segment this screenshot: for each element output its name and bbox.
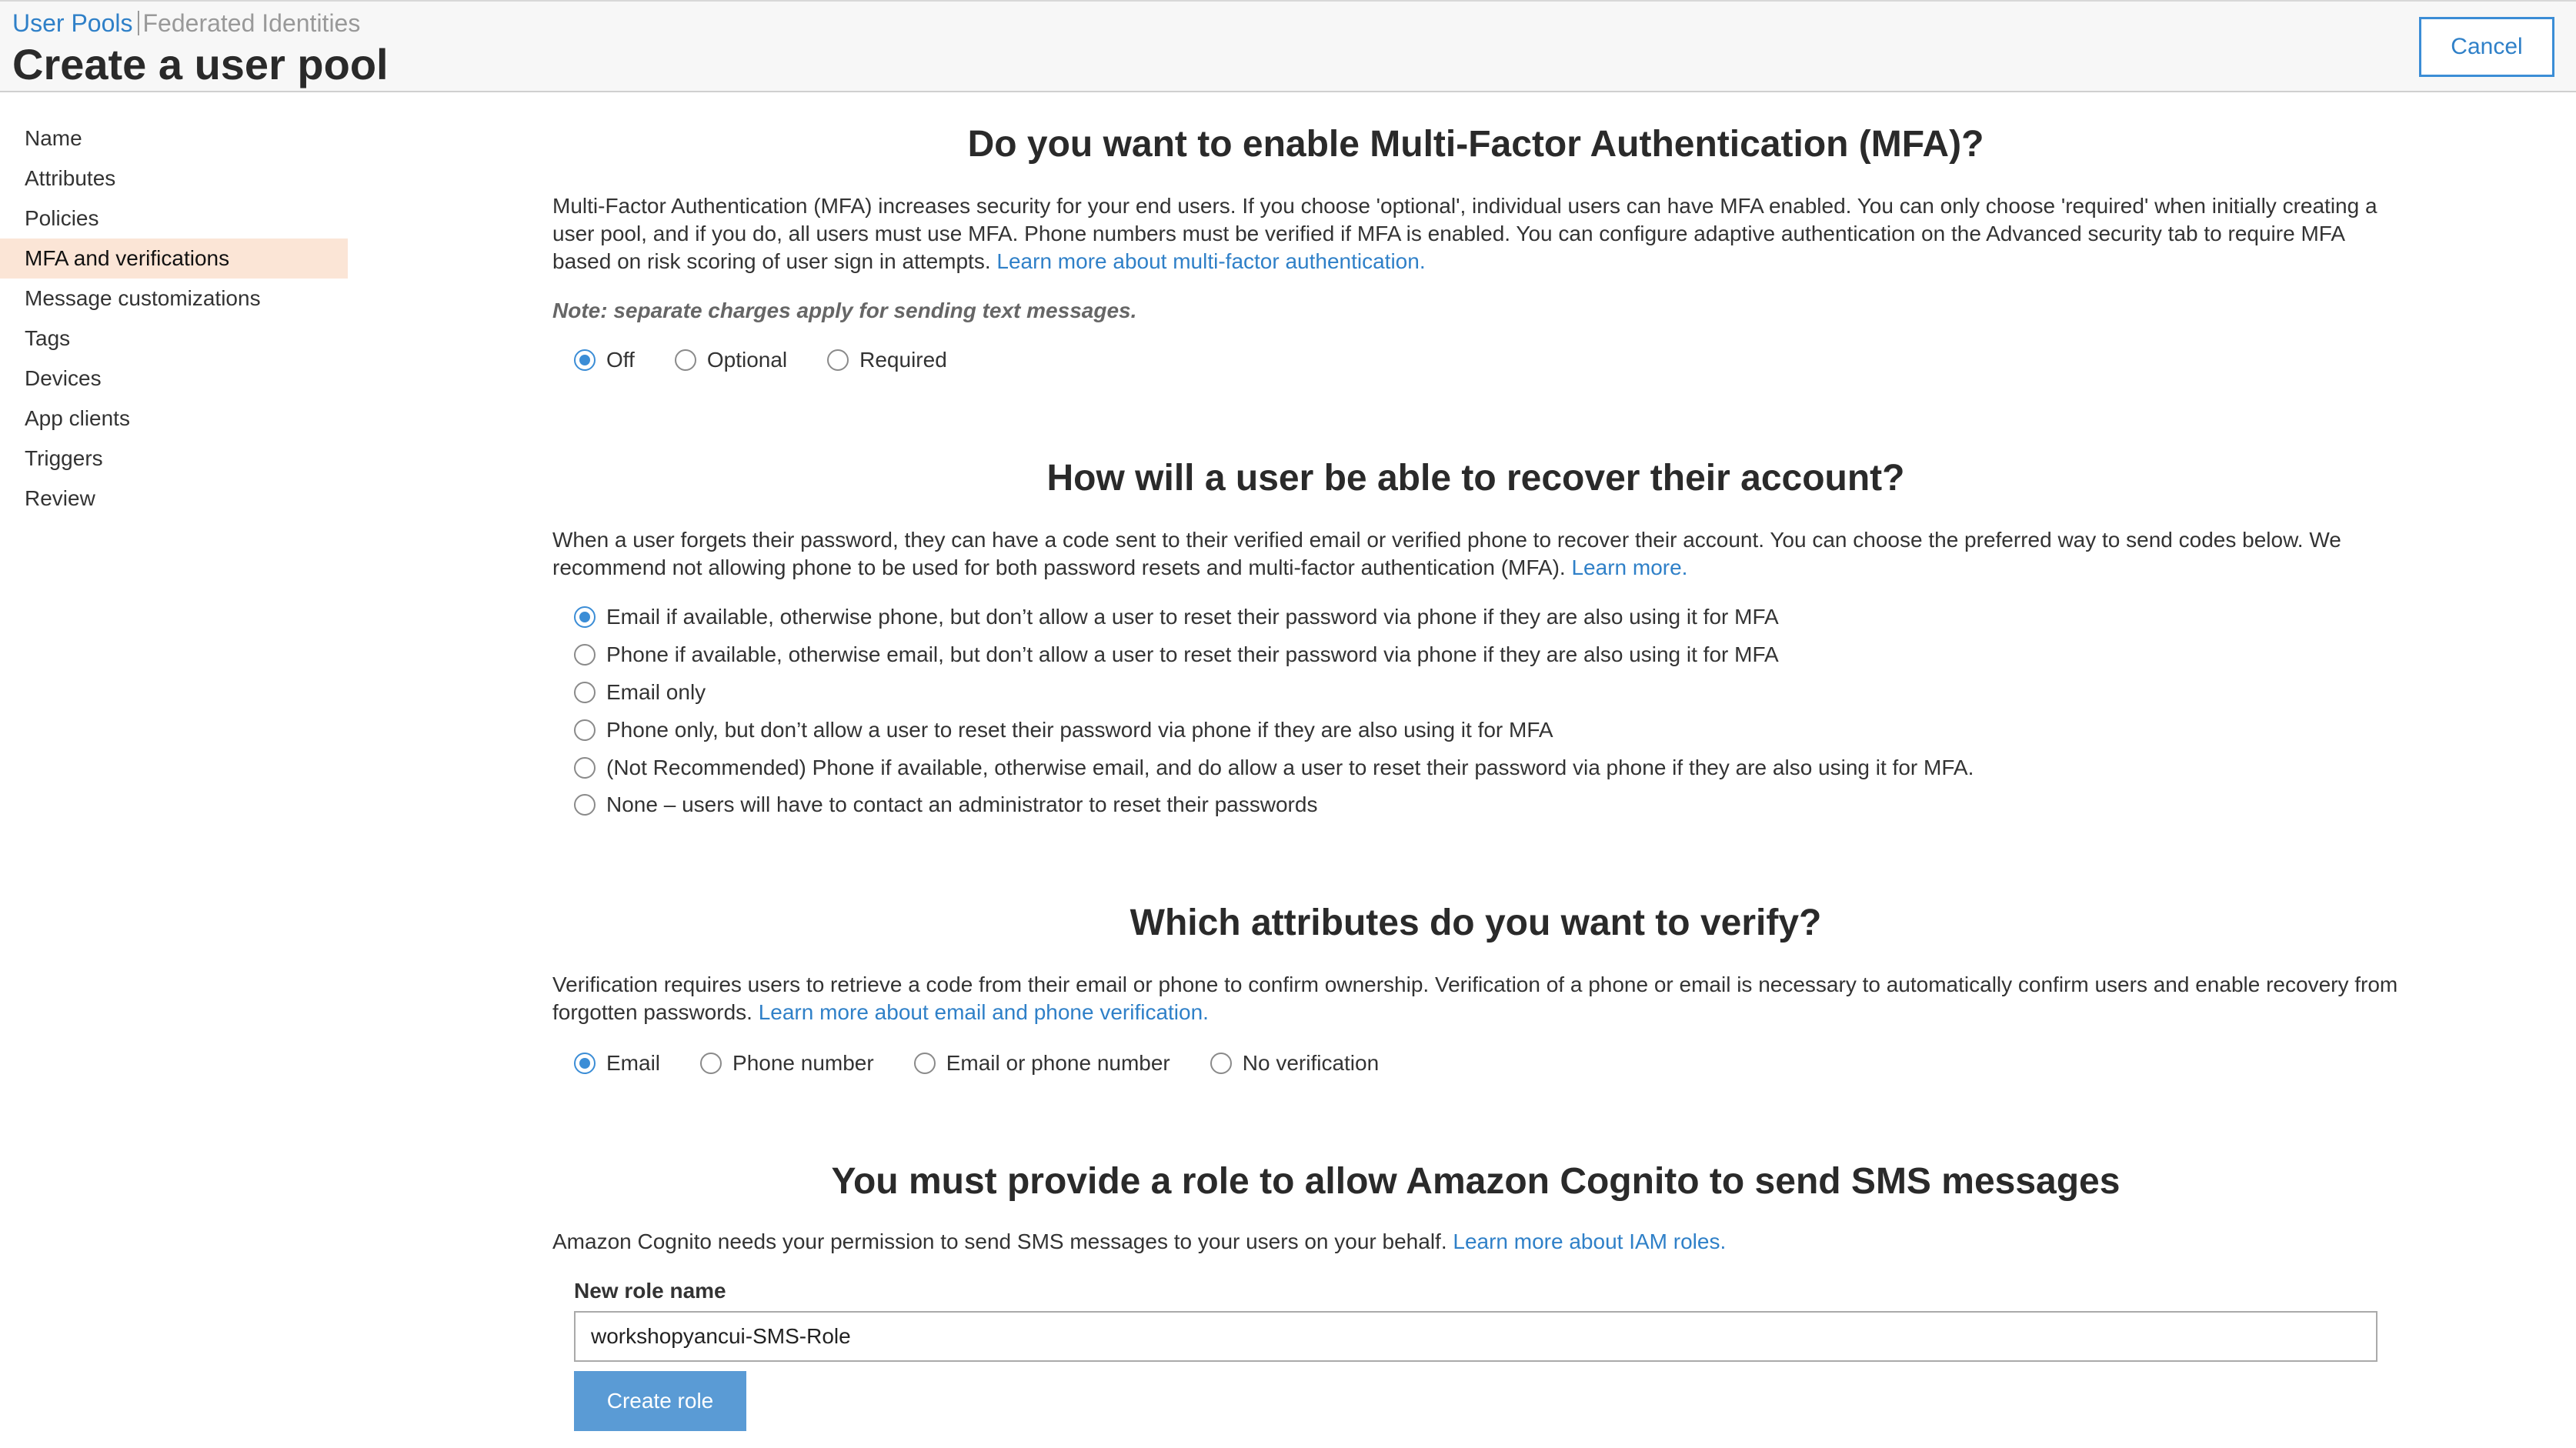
recovery-option-email-only[interactable]: Email only [574, 674, 1974, 712]
radio-icon[interactable] [700, 1053, 722, 1074]
sidebar-item-attributes[interactable]: Attributes [0, 158, 348, 199]
recovery-option-label: None – users will have to contact an adm… [606, 792, 1318, 817]
recovery-section-title: How will a user be able to recover their… [1046, 458, 1905, 499]
radio-icon[interactable] [827, 349, 849, 371]
verify-option-none-label: No verification [1242, 1051, 1380, 1075]
page-header: User Pools Federated Identities Create a … [0, 0, 2576, 92]
sms-role-description-text: Amazon Cognito needs your permission to … [552, 1229, 1447, 1253]
verify-option-phone-label: Phone number [732, 1051, 874, 1075]
verify-options: Email Phone number Email or phone number… [574, 1048, 1419, 1079]
mfa-learn-more-link[interactable]: Learn more about multi-factor authentica… [996, 249, 1425, 273]
mfa-options: Off Optional Required [574, 345, 987, 375]
sidebar-item-triggers[interactable]: Triggers [0, 439, 348, 479]
recovery-option-email-then-phone[interactable]: Email if available, otherwise phone, but… [574, 599, 1974, 636]
recovery-option-label: Email only [606, 679, 706, 704]
sms-role-section-title: You must provide a role to allow Amazon … [831, 1161, 2121, 1202]
recovery-option-label: Phone only, but don’t allow a user to re… [606, 717, 1553, 742]
sidebar-item-tags[interactable]: Tags [0, 319, 348, 359]
iam-roles-learn-more-link[interactable]: Learn more about IAM roles. [1453, 1229, 1726, 1253]
verify-option-phone-number[interactable]: Phone number [700, 1048, 874, 1079]
new-role-name-label: New role name [574, 1279, 726, 1303]
mfa-option-required-label: Required [859, 348, 947, 372]
recovery-option-label: Email if available, otherwise phone, but… [606, 605, 1779, 629]
radio-icon[interactable] [913, 1053, 936, 1074]
radio-icon[interactable] [574, 681, 596, 703]
radio-icon[interactable] [1210, 1053, 1232, 1074]
breadcrumb-federated-identities[interactable]: Federated Identities [143, 9, 361, 37]
breadcrumb-user-pools[interactable]: User Pools [12, 9, 133, 37]
verify-description: Verification requires users to retrieve … [552, 971, 2399, 1026]
radio-checked-icon[interactable] [574, 606, 596, 629]
recovery-option-phone-then-email[interactable]: Phone if available, otherwise email, but… [574, 636, 1974, 674]
verify-option-email-label: Email [606, 1051, 661, 1075]
verify-option-email[interactable]: Email [574, 1048, 660, 1079]
sidebar-item-name[interactable]: Name [0, 118, 348, 158]
recovery-description-text: When a user forgets their password, they… [552, 528, 2341, 579]
cancel-button[interactable]: Cancel [2419, 17, 2554, 77]
recovery-option-label: (Not Recommended) Phone if available, ot… [606, 755, 1974, 779]
radio-icon[interactable] [574, 644, 596, 666]
new-role-name-input[interactable] [574, 1311, 2377, 1362]
sidebar-item-app-clients[interactable]: App clients [0, 399, 348, 439]
page-title: Create a user pool [12, 40, 389, 88]
recovery-option-not-recommended[interactable]: (Not Recommended) Phone if available, ot… [574, 749, 1974, 786]
sms-role-description: Amazon Cognito needs your permission to … [552, 1228, 2399, 1256]
sidebar-item-mfa-and-verifications[interactable]: MFA and verifications [0, 239, 348, 279]
verify-learn-more-link[interactable]: Learn more about email and phone verific… [759, 1000, 1209, 1024]
sms-charges-note: Note: separate charges apply for sending… [552, 299, 1137, 322]
radio-icon[interactable] [574, 794, 596, 816]
recovery-learn-more-link[interactable]: Learn more. [1571, 556, 1687, 579]
breadcrumb-separator [137, 11, 139, 35]
recovery-option-label: Phone if available, otherwise email, but… [606, 642, 1779, 667]
radio-icon[interactable] [674, 349, 696, 371]
radio-icon[interactable] [574, 756, 596, 779]
radio-icon[interactable] [574, 719, 596, 741]
mfa-option-off-label: Off [606, 348, 635, 372]
mfa-option-off[interactable]: Off [574, 345, 635, 375]
sidebar-item-policies[interactable]: Policies [0, 199, 348, 239]
mfa-description: Multi-Factor Authentication (MFA) increa… [552, 192, 2399, 275]
sidebar-item-review[interactable]: Review [0, 479, 348, 519]
recovery-option-none[interactable]: None – users will have to contact an adm… [574, 786, 1974, 824]
create-role-button[interactable]: Create role [574, 1371, 746, 1431]
recovery-options: Email if available, otherwise phone, but… [574, 599, 1974, 824]
breadcrumb: User Pools Federated Identities [12, 8, 360, 38]
verify-option-email-or-phone[interactable]: Email or phone number [913, 1048, 1170, 1079]
sidebar-item-message-customizations[interactable]: Message customizations [0, 279, 348, 319]
mfa-option-optional[interactable]: Optional [674, 345, 788, 375]
recovery-description: When a user forgets their password, they… [552, 526, 2399, 582]
mfa-option-required[interactable]: Required [827, 345, 947, 375]
mfa-option-optional-label: Optional [706, 348, 788, 372]
radio-checked-icon[interactable] [574, 349, 596, 371]
radio-checked-icon[interactable] [574, 1053, 596, 1074]
mfa-section-title: Do you want to enable Multi-Factor Authe… [967, 124, 1984, 165]
verify-option-no-verification[interactable]: No verification [1210, 1048, 1379, 1079]
verify-option-email-or-phone-label: Email or phone number [946, 1051, 1170, 1075]
sidebar-item-devices[interactable]: Devices [0, 359, 348, 399]
recovery-option-phone-only[interactable]: Phone only, but don’t allow a user to re… [574, 711, 1974, 749]
mfa-description-text: Multi-Factor Authentication (MFA) increa… [552, 194, 2377, 273]
verify-section-title: Which attributes do you want to verify? [1130, 902, 1822, 943]
sidebar-nav: Name Attributes Policies MFA and verific… [0, 118, 348, 519]
